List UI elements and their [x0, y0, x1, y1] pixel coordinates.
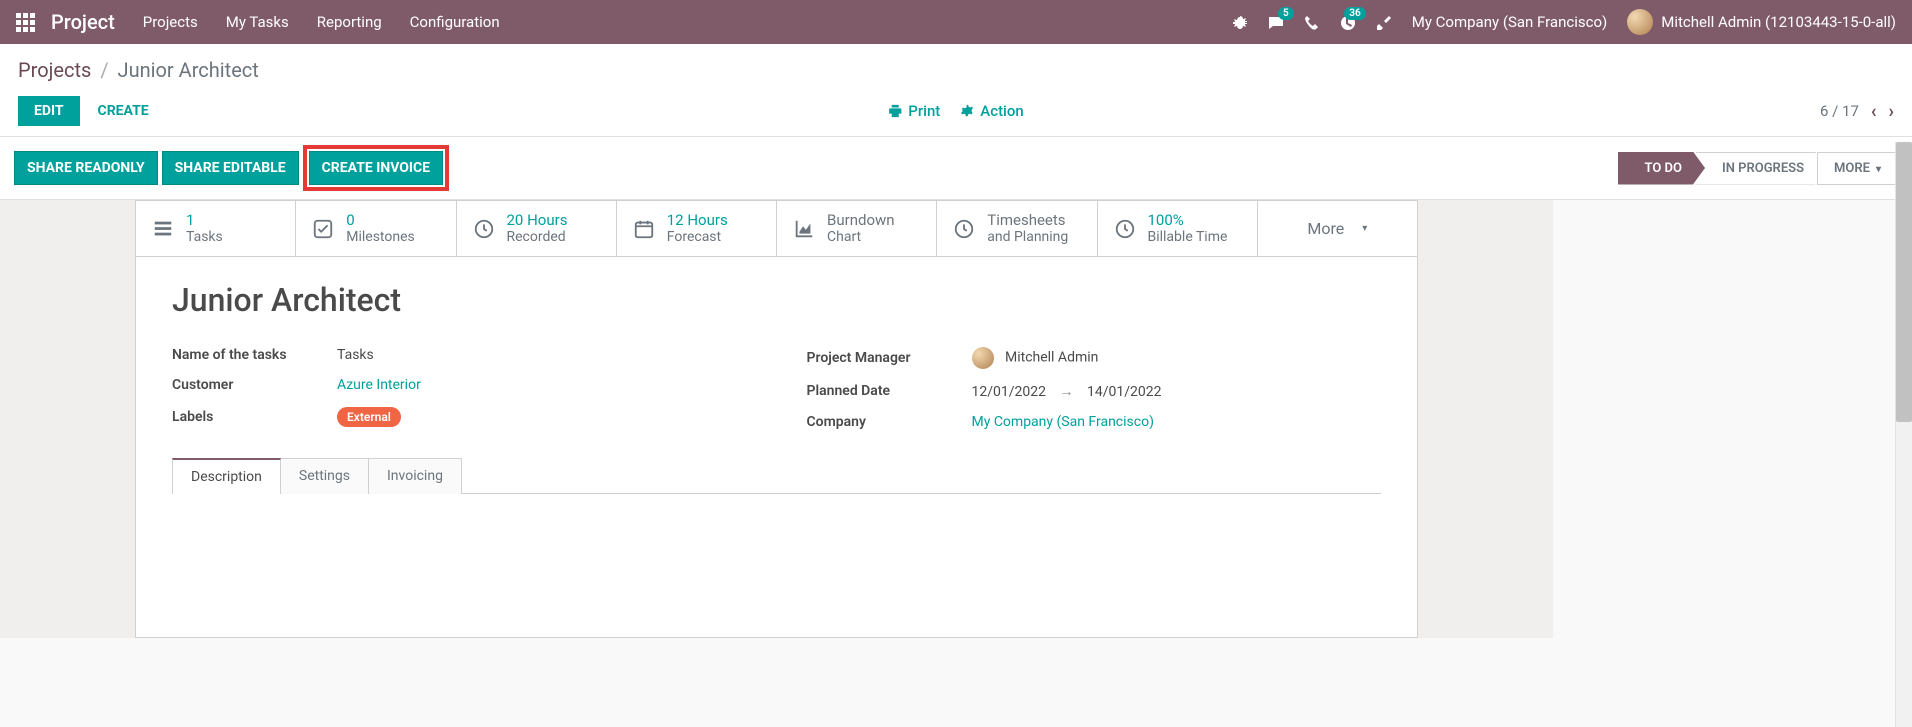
- top-nav: Project Projects My Tasks Reporting Conf…: [0, 0, 1912, 44]
- clock-icon: [471, 216, 497, 241]
- print-button[interactable]: Print: [888, 102, 940, 120]
- brand-title: Project: [51, 10, 115, 34]
- stage-more[interactable]: MORE: [1817, 152, 1898, 185]
- value-company[interactable]: My Company (San Francisco): [972, 414, 1154, 430]
- stat-forecast[interactable]: 12 HoursForecast: [617, 201, 777, 256]
- arrow-right-icon: →: [1059, 384, 1073, 400]
- stat-burndown[interactable]: BurndownChart: [777, 201, 937, 256]
- activity-badge: 36: [1344, 7, 1365, 20]
- edit-button[interactable]: EDIT: [18, 96, 80, 126]
- create-button[interactable]: CREATE: [94, 96, 153, 126]
- bug-icon[interactable]: [1232, 13, 1248, 32]
- gutter-left: [0, 200, 135, 638]
- breadcrumb-sep: /: [100, 58, 108, 82]
- label-project-manager: Project Manager: [807, 350, 972, 366]
- scrollbar[interactable]: [1895, 142, 1912, 727]
- tasks-icon: [150, 216, 176, 241]
- label-name-of-tasks: Name of the tasks: [172, 347, 337, 363]
- company-selector[interactable]: My Company (San Francisco): [1412, 13, 1607, 31]
- action-button[interactable]: Action: [960, 102, 1023, 120]
- center-actions: Print Action: [888, 102, 1024, 120]
- nav-projects[interactable]: Projects: [143, 13, 198, 31]
- field-grid: Name of the tasks Tasks Customer Azure I…: [172, 347, 1381, 430]
- chat-badge: 5: [1278, 7, 1294, 20]
- calendar-icon: [631, 216, 657, 241]
- label-planned-date: Planned Date: [807, 383, 972, 399]
- pager: 6 / 17 ‹ ›: [1820, 101, 1894, 122]
- left-col: Name of the tasks Tasks Customer Azure I…: [172, 347, 747, 430]
- chat-icon[interactable]: 5: [1268, 13, 1284, 32]
- value-planned-date: 12/01/2022 → 14/01/2022: [972, 383, 1162, 400]
- user-name: Mitchell Admin (12103443-15-0-all): [1661, 13, 1896, 31]
- label-customer: Customer: [172, 377, 337, 393]
- stat-timesheets[interactable]: Timesheetsand Planning: [937, 201, 1097, 256]
- content: 1Tasks 0Milestones 20 HoursRecorded 12 H…: [0, 200, 1912, 638]
- create-invoice-button[interactable]: CREATE INVOICE: [309, 151, 443, 185]
- gutter-right: [1418, 200, 1553, 638]
- share-editable-button[interactable]: SHARE EDITABLE: [162, 151, 299, 185]
- label-company: Company: [807, 414, 972, 430]
- stage-todo[interactable]: TO DO: [1618, 152, 1705, 185]
- record-title: Junior Architect: [172, 281, 1381, 319]
- highlight-box: CREATE INVOICE: [303, 145, 449, 191]
- tab-content: [172, 493, 1381, 613]
- nav-right: 5 36 My Company (San Francisco) Mitchell…: [1232, 9, 1896, 35]
- clock-icon: [1112, 216, 1138, 241]
- print-icon: [888, 104, 902, 118]
- right-col: Project Manager Mitchell Admin Planned D…: [807, 347, 1382, 430]
- pager-prev[interactable]: ‹: [1871, 101, 1877, 122]
- nav-links: Projects My Tasks Reporting Configuratio…: [143, 13, 500, 31]
- status-bar: SHARE READONLY SHARE EDITABLE CREATE INV…: [0, 137, 1912, 200]
- status-stages: TO DO IN PROGRESS MORE: [1618, 152, 1898, 185]
- tab-settings[interactable]: Settings: [280, 458, 369, 494]
- tabs: Description Settings Invoicing: [172, 458, 1381, 494]
- stat-more[interactable]: More: [1258, 201, 1417, 256]
- apps-icon[interactable]: [16, 13, 35, 32]
- activity-icon[interactable]: 36: [1340, 13, 1356, 32]
- scrollbar-thumb[interactable]: [1896, 142, 1912, 422]
- breadcrumb-projects[interactable]: Projects: [18, 58, 91, 82]
- chart-icon: [791, 216, 817, 241]
- label-labels: Labels: [172, 409, 337, 425]
- stat-tasks[interactable]: 1Tasks: [136, 201, 296, 256]
- stat-milestones[interactable]: 0Milestones: [296, 201, 456, 256]
- pm-avatar: [972, 347, 994, 369]
- check-icon: [310, 216, 336, 241]
- pager-next[interactable]: ›: [1889, 101, 1894, 122]
- action-bar: EDIT CREATE Print Action 6 / 17 ‹ ›: [18, 96, 1894, 126]
- control-panel: Projects / Junior Architect EDIT CREATE …: [0, 44, 1912, 137]
- nav-configuration[interactable]: Configuration: [410, 13, 500, 31]
- stage-in-progress[interactable]: IN PROGRESS: [1695, 152, 1827, 185]
- avatar: [1627, 9, 1653, 35]
- breadcrumb: Projects / Junior Architect: [18, 58, 1894, 82]
- tab-description[interactable]: Description: [172, 458, 281, 494]
- stat-billable[interactable]: 100%Billable Time: [1098, 201, 1258, 256]
- form-sheet: 1Tasks 0Milestones 20 HoursRecorded 12 H…: [135, 200, 1418, 638]
- phone-icon[interactable]: [1304, 13, 1320, 32]
- nav-my-tasks[interactable]: My Tasks: [226, 13, 289, 31]
- value-project-manager: Mitchell Admin: [972, 347, 1099, 369]
- clock-icon: [951, 216, 977, 241]
- share-readonly-button[interactable]: SHARE READONLY: [14, 151, 158, 185]
- value-customer[interactable]: Azure Interior: [337, 377, 421, 393]
- value-name-of-tasks: Tasks: [337, 347, 374, 363]
- pager-value: 6 / 17: [1820, 102, 1859, 120]
- tag-external: External: [337, 407, 401, 427]
- stat-buttons: 1Tasks 0Milestones 20 HoursRecorded 12 H…: [136, 201, 1417, 257]
- form-body: Junior Architect Name of the tasks Tasks…: [136, 257, 1417, 637]
- tab-invoicing[interactable]: Invoicing: [368, 458, 462, 494]
- stat-recorded[interactable]: 20 HoursRecorded: [457, 201, 617, 256]
- gear-icon: [960, 104, 974, 118]
- tools-icon[interactable]: [1376, 13, 1392, 32]
- user-menu[interactable]: Mitchell Admin (12103443-15-0-all): [1627, 9, 1896, 35]
- nav-reporting[interactable]: Reporting: [317, 13, 382, 31]
- breadcrumb-current: Junior Architect: [118, 58, 259, 82]
